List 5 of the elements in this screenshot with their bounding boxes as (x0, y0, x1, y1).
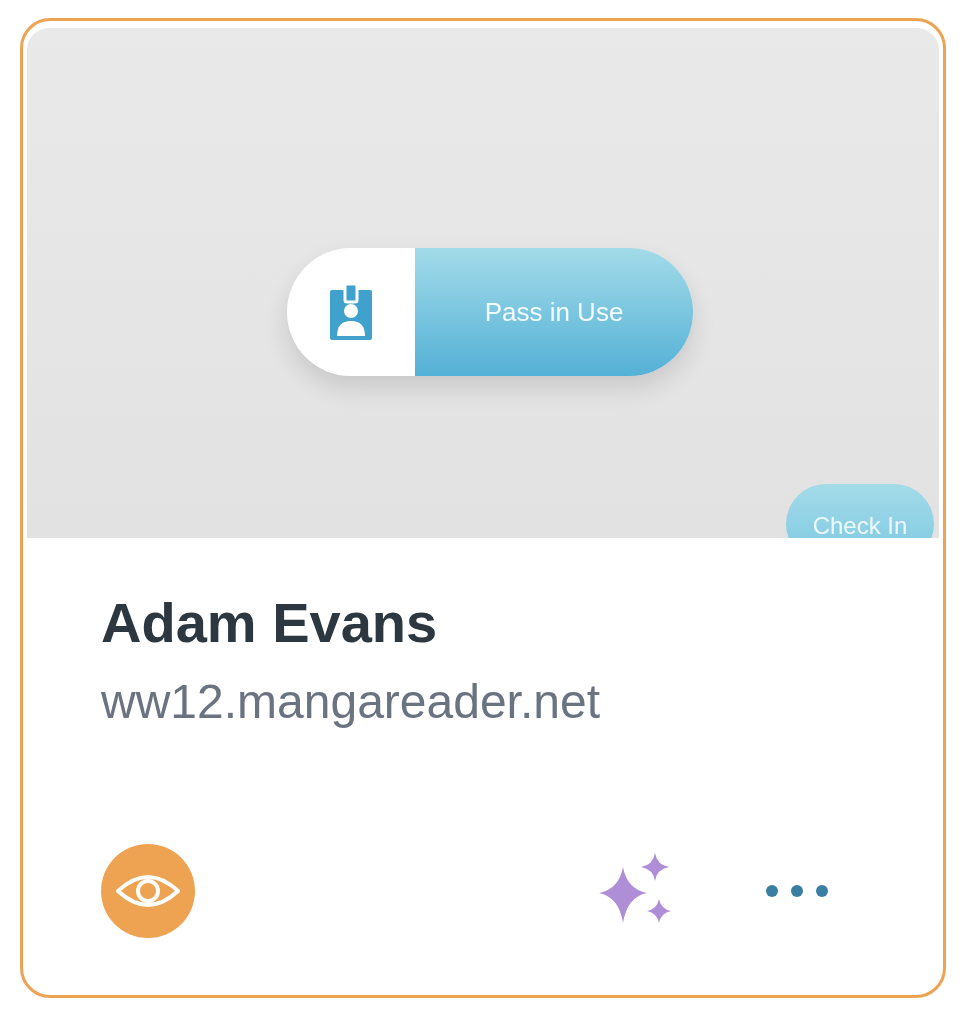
card-title: Adam Evans (101, 590, 439, 656)
more-button[interactable] (765, 884, 829, 898)
id-badge-icon (330, 284, 372, 340)
more-icon (765, 884, 829, 898)
card-subtitle: ww12.mangareader.net (101, 674, 601, 730)
